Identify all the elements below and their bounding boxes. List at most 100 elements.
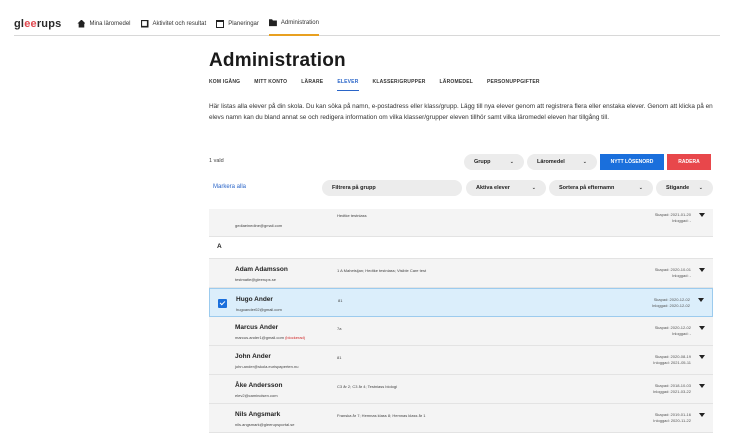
- new-password-button[interactable]: NYTT LÖSENORD: [600, 154, 664, 170]
- active-students-dropdown[interactable]: Aktiva elever ⌄: [466, 180, 546, 196]
- table-row[interactable]: Nils Angsmark nils.angsmark@gleerupsport…: [209, 404, 713, 433]
- student-dates: Skapad: 2021-01-20 Inloggad: -: [655, 212, 691, 224]
- nav-mina-laromedel[interactable]: Mina läromedel: [77, 12, 131, 36]
- student-groups: C3 år 2; C3 år 4; Testniass biologi: [337, 384, 397, 389]
- student-groups: Franska år 7; Hemnas klass 8; Hemnas kla…: [337, 413, 426, 418]
- chevron-down-icon[interactable]: [699, 268, 705, 272]
- page-description: Här listas alla elever på din skola. Du …: [209, 103, 713, 121]
- student-groups: 1 A Mahetsijan; Hedtke testniass; Visibl…: [337, 268, 427, 273]
- tab-personuppgifter[interactable]: PERSONUPPGIFTER: [487, 79, 540, 91]
- email-text: marcus.ander1@gmail.com: [235, 335, 284, 340]
- student-dates: Skapad: 2018-10-03 Inloggad: 2021-03-22: [653, 383, 691, 395]
- student-dates: Skapad: 2020-10-01 Inloggad: -: [655, 267, 691, 279]
- select-all-link[interactable]: Markera alla: [213, 184, 246, 190]
- student-email: elev2@caminolsen.com: [235, 393, 278, 398]
- student-email: marcus.ander1@gmail.com (blockerad): [235, 335, 305, 340]
- grupp-dropdown[interactable]: Grupp ⌄: [464, 154, 524, 170]
- calendar-icon: [216, 19, 225, 28]
- home-icon: [77, 19, 86, 28]
- chevron-down-icon: ⌄: [509, 159, 514, 165]
- student-groups: 81: [338, 298, 343, 303]
- student-name[interactable]: Hugo Ander: [236, 296, 273, 303]
- student-email: john.ander@skola.eurispaperten.nu: [235, 364, 299, 369]
- chevron-down-icon: ⌄: [638, 185, 643, 191]
- filter-group-label: Filtrera på grupp: [332, 185, 376, 191]
- nav-administration[interactable]: Administration: [268, 12, 319, 36]
- table-row[interactable]: Åke Andersson elev2@caminolsen.com C3 år…: [209, 375, 713, 404]
- chevron-down-icon[interactable]: [699, 213, 705, 217]
- blocked-badge: (blockerad): [285, 335, 306, 340]
- student-name[interactable]: John Ander: [235, 353, 271, 360]
- student-email: testmatie@gleerups.se: [235, 277, 276, 282]
- filter-toolbar: Markera alla Filtrera på grupp Aktiva el…: [209, 180, 713, 196]
- table-row[interactable]: Adam Adamsson testmatie@gleerups.se 1 A …: [209, 259, 713, 288]
- student-name[interactable]: Adam Adamsson: [235, 266, 288, 273]
- sort-label: Sortera på efternamn: [559, 185, 615, 191]
- chevron-down-icon: ⌄: [582, 159, 587, 165]
- student-dates: Skapad: 2020-12-02 Inloggad: 2020-12-02: [652, 297, 690, 309]
- student-email: hugoander02@gmail.com: [236, 307, 282, 312]
- main-content: Administration KOM IGÅNG MITT KONTO LÄRA…: [209, 50, 713, 196]
- nav-aktivitet-och-resultat[interactable]: Aktivitet och resultat: [140, 12, 207, 36]
- table-row[interactable]: gediaeinedine@gmail.com Hedtke testniass…: [209, 209, 713, 237]
- chevron-down-icon[interactable]: [699, 384, 705, 388]
- student-email: nils.angsmark@gleerupsportal.se: [235, 422, 295, 427]
- delete-button[interactable]: RADERA: [667, 154, 711, 170]
- grupp-label: Grupp: [474, 159, 491, 165]
- student-dates: Skapad: 2020-12-02 Inloggad: -: [655, 325, 691, 337]
- nav-label: Planeringar: [228, 20, 259, 27]
- student-dates: Skapad: 2019-01-16 Inloggad: 2020-11-22: [653, 412, 691, 424]
- login-date: Inloggad: 2020-11-22: [653, 418, 691, 423]
- login-date: Inloggad: 2020-12-02: [651, 303, 690, 308]
- active-students-label: Aktiva elever: [476, 185, 510, 191]
- tab-mitt-konto[interactable]: MITT KONTO: [254, 79, 287, 91]
- chevron-down-icon[interactable]: [699, 355, 705, 359]
- student-dates: Skapad: 2020-08-19 Inloggad: 2021-05-11: [653, 354, 691, 366]
- login-date: Inloggad: 2021-03-22: [652, 389, 691, 394]
- login-date: Inloggad: 2021-05-11: [653, 360, 691, 365]
- row-checkbox[interactable]: [218, 299, 227, 308]
- student-name[interactable]: Marcus Ander: [235, 324, 278, 331]
- student-email: gediaeinedine@gmail.com: [235, 223, 283, 228]
- tab-laromedel[interactable]: LÄROMEDEL: [440, 79, 473, 91]
- section-header: A: [209, 237, 713, 259]
- sub-tabs: KOM IGÅNG MITT KONTO LÄRARE ELEVER KLASS…: [209, 79, 713, 91]
- laromedel-label: Läromedel: [537, 159, 565, 165]
- nav-label: Administration: [280, 19, 319, 26]
- chevron-down-icon[interactable]: [699, 413, 705, 417]
- nav-planeringar[interactable]: Planeringar: [216, 12, 259, 36]
- order-dropdown[interactable]: Stigande ⌄: [656, 180, 713, 196]
- sort-dropdown[interactable]: Sortera på efternamn ⌄: [549, 180, 653, 196]
- student-groups: 81: [337, 355, 342, 360]
- tab-larare[interactable]: LÄRARE: [301, 79, 323, 91]
- tab-klasser-grupper[interactable]: KLASSER/GRUPPER: [373, 79, 426, 91]
- login-date: Inloggad: -: [672, 273, 691, 278]
- login-date: Inloggad: -: [672, 218, 691, 223]
- login-date: Inloggad: -: [672, 331, 691, 336]
- chevron-down-icon: ⌄: [698, 185, 703, 191]
- filter-group-input[interactable]: Filtrera på grupp: [322, 180, 462, 196]
- gleerups-logo[interactable]: gleerups: [14, 18, 61, 30]
- nav-label: Aktivitet och resultat: [152, 20, 207, 27]
- student-groups: 7a: [337, 326, 342, 331]
- selected-count: 1 vald: [209, 158, 224, 164]
- section-letter: A: [217, 243, 222, 250]
- table-row[interactable]: John Ander john.ander@skola.eurispaperte…: [209, 346, 713, 375]
- action-toolbar: 1 vald Grupp ⌄ Läromedel ⌄ NYTT LÖSENORD…: [209, 154, 713, 170]
- student-name[interactable]: Åke Andersson: [235, 382, 282, 389]
- chevron-down-icon[interactable]: [698, 298, 704, 302]
- tab-kom-igang[interactable]: KOM IGÅNG: [209, 79, 240, 91]
- order-label: Stigande: [666, 185, 690, 191]
- student-name[interactable]: Nils Angsmark: [235, 411, 280, 418]
- chevron-down-icon[interactable]: [699, 326, 705, 330]
- student-groups: Hedtke testniass: [337, 213, 367, 218]
- folder-icon: [268, 19, 277, 27]
- tab-elever[interactable]: ELEVER: [337, 79, 359, 91]
- page-title: Administration: [209, 50, 346, 71]
- table-row[interactable]: Hugo Ander hugoander02@gmail.com 81 Skap…: [209, 288, 713, 317]
- top-navigation: gleerups Mina läromedel Aktivitet och re…: [14, 12, 720, 36]
- chevron-down-icon: ⌄: [531, 185, 536, 191]
- laromedel-dropdown[interactable]: Läromedel ⌄: [527, 154, 597, 170]
- app-frame: gleerups Mina läromedel Aktivitet och re…: [0, 0, 739, 444]
- table-row[interactable]: Marcus Ander marcus.ander1@gmail.com (bl…: [209, 317, 713, 346]
